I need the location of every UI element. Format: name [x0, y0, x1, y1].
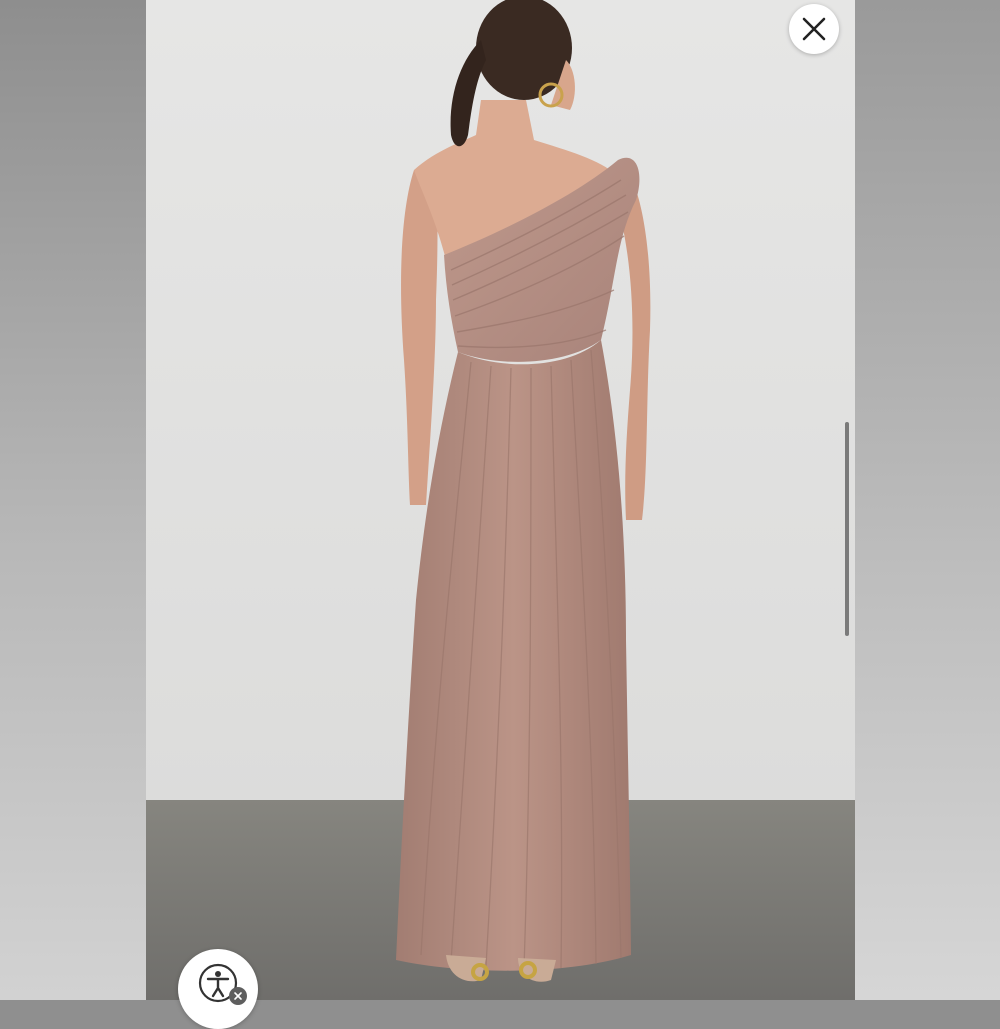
- accessibility-button[interactable]: [178, 949, 258, 1029]
- right-backdrop: [855, 0, 1000, 1000]
- dress-photo-illustration: [146, 0, 855, 1000]
- left-backdrop: [0, 0, 146, 1000]
- accessibility-dismiss-button[interactable]: [229, 987, 247, 1005]
- product-photo: [146, 0, 855, 1000]
- close-button[interactable]: [789, 4, 839, 54]
- close-icon: [802, 17, 826, 41]
- scrollbar[interactable]: [845, 422, 849, 636]
